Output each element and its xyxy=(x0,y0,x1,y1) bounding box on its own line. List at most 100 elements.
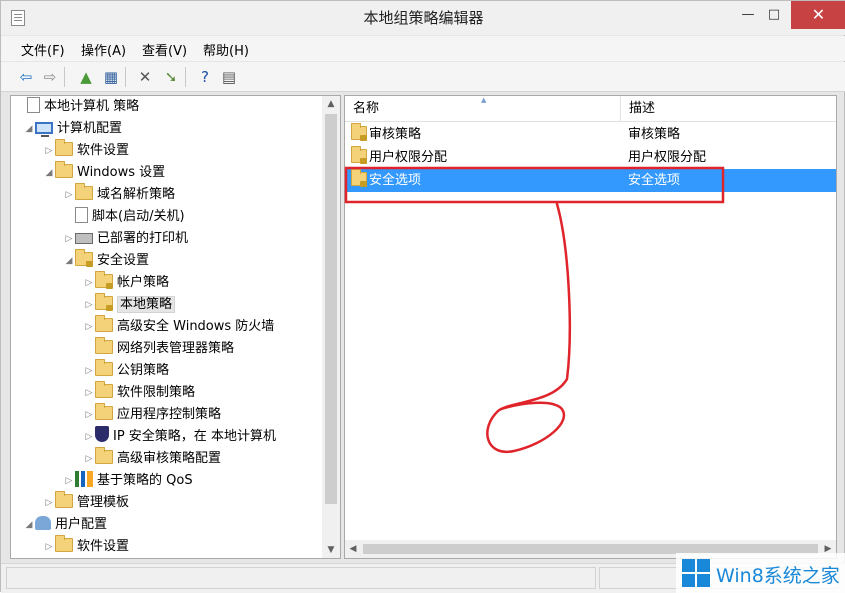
folder-icon xyxy=(95,381,113,398)
list-item-description: 安全选项 xyxy=(628,173,681,188)
tree-node[interactable]: ▷ IP 安全策略，在 本地计算机 xyxy=(83,426,276,448)
expand-icon[interactable]: ▷ xyxy=(83,294,95,316)
tree-node[interactable]: ▷ 已部署的打印机 xyxy=(63,228,188,250)
expand-icon[interactable]: ▷ xyxy=(43,536,55,558)
tree-node[interactable]: ▷ 域名解析策略 xyxy=(63,183,176,206)
tree-node[interactable]: ◢ Windows 设置 xyxy=(43,161,166,184)
list-item-description: 用户权限分配 xyxy=(628,150,707,165)
column-header-description[interactable]: 描述 xyxy=(621,96,836,122)
tree-node[interactable]: ▷ 帐户策略 xyxy=(83,271,169,294)
scroll-up-icon[interactable]: ▲ xyxy=(322,96,340,112)
group-policy-editor-window: 本地组策略编辑器 — □ ✕ 文件(F) 操作(A) 查看(V) 帮助(H) ⇦… xyxy=(0,0,845,593)
list-item-name-cell: 安全选项 xyxy=(351,169,421,192)
expand-icon[interactable]: ▷ xyxy=(83,382,95,404)
tree-node[interactable]: ◢ 计算机配置 xyxy=(23,118,122,140)
menu-help[interactable]: 帮助(H) xyxy=(203,40,249,59)
policy-folder-icon xyxy=(351,169,367,187)
tree-node[interactable]: ▷ 高级安全 Windows 防火墙 xyxy=(83,315,275,338)
expand-icon[interactable]: ▷ xyxy=(83,404,95,426)
tree-node-label: 域名解析策略 xyxy=(97,187,176,202)
close-button[interactable]: ✕ xyxy=(791,1,845,29)
status-cell-main xyxy=(6,567,596,589)
collapse-icon[interactable]: ◢ xyxy=(63,250,75,272)
menu-file[interactable]: 文件(F) xyxy=(21,40,65,59)
expand-icon[interactable]: ▷ xyxy=(83,316,95,338)
expand-icon[interactable]: ▷ xyxy=(63,470,75,492)
expand-icon[interactable]: ▷ xyxy=(43,492,55,514)
policy-folder-icon xyxy=(351,123,367,141)
shield-icon xyxy=(95,426,109,442)
watermark: Win8系统之家 xyxy=(676,553,845,593)
back-icon[interactable]: ⇦ xyxy=(16,67,36,87)
show-hide-tree-icon[interactable]: ▦ xyxy=(101,67,121,87)
up-folder-icon[interactable]: ▲ xyxy=(76,67,96,87)
tree-node-label: 管理模板 xyxy=(77,495,130,510)
tree-node[interactable]: ▷ 软件限制策略 xyxy=(83,381,196,404)
expand-icon[interactable]: ▷ xyxy=(83,448,95,470)
tree-node-label: 应用程序控制策略 xyxy=(117,407,222,422)
export-list-icon[interactable]: ➘ xyxy=(161,67,181,87)
delete-icon[interactable]: ✕ xyxy=(135,67,155,87)
tree-node[interactable]: ▷ 基于策略的 QoS xyxy=(63,470,193,492)
scroll-thumb[interactable] xyxy=(325,114,337,504)
tree-node-label: Windows 设置 xyxy=(77,165,166,180)
list-item[interactable]: 审核策略 审核策略 xyxy=(345,123,836,146)
collapse-icon[interactable]: ◢ xyxy=(23,514,35,536)
tree-node-label: 高级安全 Windows 防火墙 xyxy=(117,319,275,334)
expand-icon[interactable]: ▷ xyxy=(83,272,95,294)
list-item[interactable]: 用户权限分配 用户权限分配 xyxy=(345,146,836,169)
expand-icon[interactable]: ▷ xyxy=(83,360,95,382)
tree-node-label: 软件设置 xyxy=(77,539,130,554)
tree-node[interactable]: ◢ 安全设置 xyxy=(63,249,149,272)
tree-node[interactable]: ▷ 高级审核策略配置 xyxy=(83,447,222,470)
list-item-description: 审核策略 xyxy=(628,127,681,142)
tree-node[interactable]: 网络列表管理器策略 xyxy=(83,337,235,360)
folder-icon xyxy=(55,161,73,178)
tree-vertical-scrollbar[interactable]: ▲ ▼ xyxy=(322,96,340,558)
tree-node-label: 基于策略的 QoS xyxy=(97,473,193,488)
tree-node[interactable]: ▷ 应用程序控制策略 xyxy=(83,403,222,426)
list-item-name: 审核策略 xyxy=(369,127,422,142)
collapse-icon[interactable]: ◢ xyxy=(43,162,55,184)
help-icon[interactable]: ? xyxy=(195,67,215,87)
title-bar: 本地组策略编辑器 — □ ✕ xyxy=(1,1,845,35)
tree-node-label: 公钥策略 xyxy=(117,363,170,378)
lockfolder-icon xyxy=(75,249,93,267)
folder-icon xyxy=(55,535,73,552)
console-tree: 本地计算机 策略 ◢ 计算机配置 ▷ 软件设置 ◢ Windows 设置 ▷ 域名解析策略 脚本(… xyxy=(10,95,341,559)
menu-action[interactable]: 操作(A) xyxy=(81,40,126,59)
tree-node-label: 网络列表管理器策略 xyxy=(117,341,235,356)
scroll-left-icon[interactable]: ◀ xyxy=(345,540,361,558)
tree-node[interactable]: ▷ 本地策略 xyxy=(83,293,176,316)
tree-node[interactable]: ▷ 管理模板 xyxy=(43,491,130,514)
properties-icon[interactable]: ▤ xyxy=(219,67,239,87)
forward-icon[interactable]: ⇨ xyxy=(40,67,60,87)
tree-node[interactable]: 本地计算机 策略 xyxy=(15,96,139,118)
windows-logo-icon xyxy=(682,559,710,587)
folder-icon xyxy=(55,139,73,156)
tree-node-label: 计算机配置 xyxy=(57,121,123,136)
expand-icon[interactable]: ▷ xyxy=(43,140,55,162)
expand-icon[interactable]: ▷ xyxy=(63,184,75,206)
tree-node-label: IP 安全策略，在 本地计算机 xyxy=(113,429,276,444)
collapse-icon[interactable]: ◢ xyxy=(23,118,35,140)
tree-node[interactable]: ◢ 用户配置 xyxy=(23,514,107,536)
menu-view[interactable]: 查看(V) xyxy=(142,40,187,59)
list-item-name-cell: 用户权限分配 xyxy=(351,146,447,169)
list-item[interactable]: 安全选项 安全选项 xyxy=(345,169,836,192)
menu-bar: 文件(F) 操作(A) 查看(V) 帮助(H) xyxy=(1,36,845,61)
maximize-button[interactable]: □ xyxy=(759,1,789,29)
tree-node[interactable]: ▷ 软件设置 xyxy=(43,139,129,162)
tree-node-label: 脚本(启动/关机) xyxy=(92,209,185,224)
expand-icon[interactable]: ▷ xyxy=(83,426,95,448)
tree-node[interactable]: ▷ 软件设置 xyxy=(43,535,130,558)
expand-icon[interactable]: ▷ xyxy=(63,228,75,250)
tree-node-label: 软件限制策略 xyxy=(117,385,196,400)
tree-node-label: 高级审核策略配置 xyxy=(117,451,222,466)
folder-icon xyxy=(55,491,73,508)
tree-node[interactable]: ▷ 公钥策略 xyxy=(83,359,170,382)
folder-icon xyxy=(95,315,113,332)
tree-node-label: 本地策略 xyxy=(117,296,176,313)
tree-node[interactable]: 脚本(启动/关机) xyxy=(63,206,185,228)
scroll-down-icon[interactable]: ▼ xyxy=(322,542,340,558)
